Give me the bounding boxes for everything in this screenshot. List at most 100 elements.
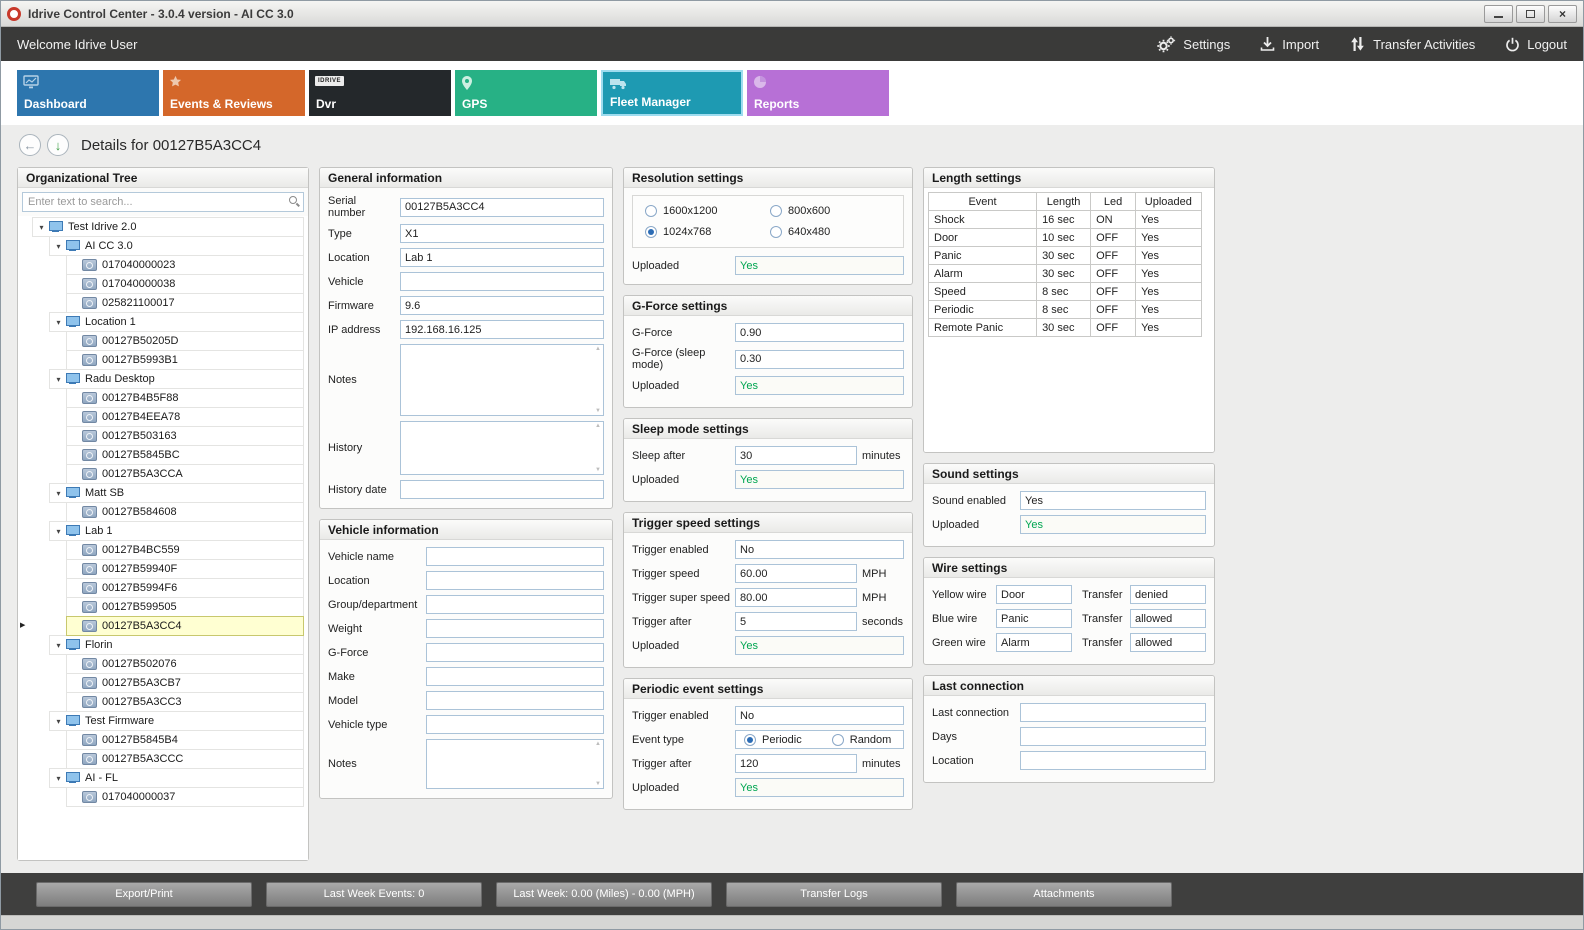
notes-textarea[interactable] — [400, 344, 604, 416]
footer-button[interactable]: Export/Print — [36, 882, 252, 907]
tree-node[interactable]: ▾ 00127B4B5F88 — [66, 388, 304, 408]
tree-node[interactable]: ▾ 00127B503163 — [66, 426, 304, 446]
field-input[interactable] — [735, 350, 904, 369]
field-input[interactable] — [1020, 515, 1206, 534]
tree-node[interactable]: ▾ 00127B5993B1 — [66, 350, 304, 370]
tree-node[interactable]: ▾ 00127B5994F6 — [66, 578, 304, 598]
field-input[interactable] — [426, 667, 604, 686]
field-input[interactable] — [735, 540, 904, 559]
tree-node[interactable]: ▾ Test Firmware — [49, 711, 304, 731]
tab-fleet-manager[interactable]: Fleet Manager — [601, 70, 743, 116]
tree-node[interactable]: ▾ 017040000023 — [66, 255, 304, 275]
expand-arrow-icon[interactable]: ▾ — [53, 318, 64, 327]
tree-node[interactable]: ▾ 00127B5A3CCA — [66, 464, 304, 484]
tab-dvr[interactable]: IDRIVE Dvr — [309, 70, 451, 116]
tree-search-input[interactable] — [22, 192, 304, 212]
footer-button[interactable]: Attachments — [956, 882, 1172, 907]
field-input[interactable] — [400, 272, 604, 291]
back-button[interactable]: ← — [19, 134, 41, 156]
tab-gps[interactable]: GPS — [455, 70, 597, 116]
wire-transfer-input[interactable] — [1130, 609, 1206, 628]
history-date-input[interactable] — [400, 480, 604, 499]
field-input[interactable] — [735, 323, 904, 342]
tree-node[interactable]: ▾ Test Idrive 2.0 — [32, 217, 304, 237]
event-type-radio[interactable]: Periodic — [744, 734, 802, 746]
resolution-radio[interactable]: 1600x1200 — [645, 205, 766, 217]
wire-transfer-input[interactable] — [1130, 633, 1206, 652]
wire-event-input[interactable] — [996, 609, 1072, 628]
trigger-enabled-input[interactable] — [735, 706, 904, 725]
field-input[interactable] — [1020, 491, 1206, 510]
field-input[interactable] — [735, 754, 857, 773]
tree-node[interactable]: ▾ 00127B584608 — [66, 502, 304, 522]
tree-node[interactable]: ▾ 017040000038 — [66, 274, 304, 294]
tree-node[interactable]: ▾ 00127B5845B4 — [66, 730, 304, 750]
resolution-radio[interactable]: 800x600 — [770, 205, 891, 217]
expand-arrow-icon[interactable]: ▾ — [53, 641, 64, 650]
transfer-activities-button[interactable]: Transfer Activities — [1349, 36, 1475, 52]
tree-node[interactable]: ▾ 00127B4EEA78 — [66, 407, 304, 427]
tree-node[interactable]: ▾ Location 1 — [49, 312, 304, 332]
tree-node[interactable]: ▾ 025821100017 — [66, 293, 304, 313]
tree-node[interactable]: ▾ AI CC 3.0 — [49, 236, 304, 256]
import-button[interactable]: Import — [1260, 36, 1319, 52]
close-button[interactable]: × — [1548, 5, 1577, 23]
history-textarea[interactable] — [400, 421, 604, 475]
field-input[interactable] — [1020, 751, 1206, 770]
tree-node[interactable]: ▾ Lab 1 — [49, 521, 304, 541]
tree-node[interactable]: ▾ 00127B5A3CB7 — [66, 673, 304, 693]
field-input[interactable] — [735, 564, 857, 583]
vehicle-notes-textarea[interactable] — [426, 739, 604, 789]
tree-node[interactable]: ▾ 00127B50205D — [66, 331, 304, 351]
tree-node[interactable]: ▾ 00127B5A3CC4 — [66, 616, 304, 636]
settings-button[interactable]: Settings — [1156, 36, 1230, 53]
resolution-radio[interactable]: 1024x768 — [645, 226, 766, 238]
download-button[interactable]: ↓ — [47, 134, 69, 156]
wire-transfer-input[interactable] — [1130, 585, 1206, 604]
footer-button[interactable]: Last Week Events: 0 — [266, 882, 482, 907]
field-input[interactable] — [400, 248, 604, 267]
expand-arrow-icon[interactable]: ▾ — [53, 774, 64, 783]
field-input[interactable] — [735, 778, 904, 797]
field-input[interactable] — [426, 715, 604, 734]
field-input[interactable] — [735, 446, 857, 465]
event-type-radio[interactable]: Random — [832, 734, 892, 746]
wire-event-input[interactable] — [996, 585, 1072, 604]
expand-arrow-icon[interactable]: ▾ — [53, 527, 64, 536]
field-input[interactable] — [735, 376, 904, 395]
field-input[interactable] — [426, 571, 604, 590]
field-input[interactable] — [1020, 727, 1206, 746]
field-input[interactable] — [426, 619, 604, 638]
expand-arrow-icon[interactable]: ▾ — [53, 489, 64, 498]
field-input[interactable] — [735, 588, 857, 607]
field-input[interactable] — [426, 595, 604, 614]
tree-node[interactable]: ▾ Radu Desktop — [49, 369, 304, 389]
tree-node[interactable]: ▾ 00127B5845BC — [66, 445, 304, 465]
minimize-button[interactable] — [1484, 5, 1513, 23]
expand-arrow-icon[interactable]: ▾ — [53, 375, 64, 384]
tree-node[interactable]: ▾ 00127B59940F — [66, 559, 304, 579]
field-input[interactable] — [735, 612, 857, 631]
expand-arrow-icon[interactable]: ▾ — [36, 223, 47, 232]
tree-node[interactable]: ▾ 00127B5A3CC3 — [66, 692, 304, 712]
logout-button[interactable]: Logout — [1505, 37, 1567, 52]
expand-arrow-icon[interactable]: ▾ — [53, 717, 64, 726]
field-input[interactable] — [400, 224, 604, 243]
maximize-button[interactable] — [1516, 5, 1545, 23]
resolution-radio[interactable]: 640x480 — [770, 226, 891, 238]
field-input[interactable] — [735, 470, 904, 489]
tree-node[interactable]: ▾ 00127B599505 — [66, 597, 304, 617]
tree-node[interactable]: ▾ 00127B502076 — [66, 654, 304, 674]
expand-arrow-icon[interactable]: ▾ — [53, 242, 64, 251]
footer-button[interactable]: Last Week: 0.00 (Miles) - 0.00 (MPH) — [496, 882, 712, 907]
tree-node[interactable]: ▾ 00127B4BC559 — [66, 540, 304, 560]
tree-node[interactable]: ▾ 00127B5A3CCC — [66, 749, 304, 769]
tree-node[interactable]: ▾ 017040000037 — [66, 787, 304, 807]
footer-button[interactable]: Transfer Logs — [726, 882, 942, 907]
tab-dashboard[interactable]: Dashboard — [17, 70, 159, 116]
field-input[interactable] — [400, 296, 604, 315]
tree-node[interactable]: ▾ Florin — [49, 635, 304, 655]
tree-node[interactable]: ▾ Matt SB — [49, 483, 304, 503]
field-input[interactable] — [1020, 703, 1206, 722]
tab-events-reviews[interactable]: Events & Reviews — [163, 70, 305, 116]
